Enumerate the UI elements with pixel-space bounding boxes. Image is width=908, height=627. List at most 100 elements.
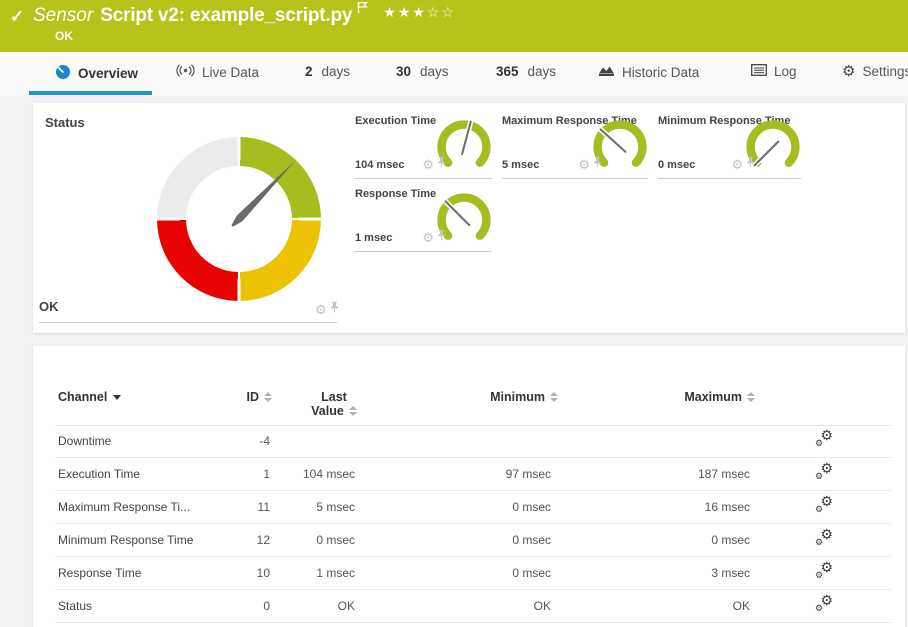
pin-icon[interactable] <box>746 155 755 173</box>
status-gauge <box>157 137 321 301</box>
mini-gauge-value: 104 msec <box>355 159 405 171</box>
gauge-settings-gear-icon[interactable]: ⚙ <box>422 231 434 244</box>
cell-channel: Downtime <box>58 434 111 448</box>
tab-2-days[interactable]: 2days <box>305 64 350 79</box>
status-gauge-value: OK <box>39 299 59 314</box>
gauge-settings-gear-icon[interactable]: ⚙ <box>422 158 434 171</box>
cell-last-value: 0 msec <box>255 533 355 547</box>
sort-desc-icon <box>113 395 121 400</box>
table-row[interactable]: Maximum Response Ti...115 msec0 msec16 m… <box>55 491 891 524</box>
cell-minimum: 0 msec <box>431 533 551 547</box>
tab-bar: Overview Live Data 2days 30 days 365 days Histo… <box>0 52 908 96</box>
status-gauges-panel: Status OK ⚙ Execution Time104 msec⚙Maxim… <box>33 103 905 333</box>
mini-gauge-title: Response Time <box>355 188 436 200</box>
mini-gauge-maximum-response-time: Maximum Response Time5 msec⚙ <box>502 115 648 179</box>
tab-label: days <box>322 64 351 79</box>
table-row[interactable]: Minimum Response Time120 msec0 msec0 mse… <box>55 524 891 557</box>
cell-maximum: 3 msec <box>630 566 750 580</box>
cell-maximum: 187 msec <box>630 467 750 481</box>
tab-settings[interactable]: ⚙ Settings <box>842 64 908 79</box>
content-area: Status OK ⚙ Execution Time 104 msec ⚙ Maxim… <box>0 96 908 627</box>
sort-both-icon <box>550 392 558 402</box>
column-header-id[interactable]: ID <box>190 390 272 404</box>
sort-both-icon <box>349 406 357 416</box>
live-data-icon <box>176 64 195 80</box>
tab-number: 30 <box>396 64 411 79</box>
settings-gear-icon: ⚙ <box>842 64 855 79</box>
cell-maximum: OK <box>630 599 750 613</box>
active-tab-underline <box>29 91 152 95</box>
channel-table-panel: Channel ID Last Value Minimum Maximum Do… <box>33 346 905 627</box>
sensor-kind-label: Sensor <box>33 5 93 27</box>
mini-gauge-icons: ⚙ <box>422 228 446 246</box>
cell-channel: Response Time <box>58 566 141 580</box>
priority-stars[interactable]: ★★★☆☆ <box>383 4 456 21</box>
column-header-maximum[interactable]: Maximum <box>630 390 755 404</box>
flag-icon[interactable] <box>357 1 369 19</box>
cell-last-value: 104 msec <box>255 467 355 481</box>
tab-number: 365 <box>496 64 519 79</box>
pin-icon[interactable] <box>593 155 602 173</box>
gauge-settings-gear-icon[interactable]: ⚙ <box>578 158 590 171</box>
table-row[interactable]: Downtime-4⚙⚙ <box>55 425 891 458</box>
status-panel-icons: ⚙ <box>315 300 339 318</box>
tab-overview[interactable]: Overview <box>55 64 138 83</box>
tab-label: Live Data <box>202 65 259 80</box>
table-row[interactable]: Execution Time1104 msec97 msec187 msec⚙⚙ <box>55 458 891 491</box>
cell-minimum: 0 msec <box>431 566 551 580</box>
sort-both-icon <box>747 392 755 402</box>
mini-gauge-icons: ⚙ <box>422 155 446 173</box>
channel-settings-gears-icon[interactable]: ⚙⚙ <box>815 530 833 548</box>
mini-gauge-value: 1 msec <box>355 232 392 244</box>
sensor-header: ✓ Sensor Script v2: example_script.py ★★… <box>0 0 908 52</box>
column-header-channel[interactable]: Channel <box>58 390 121 404</box>
historic-data-icon <box>598 64 615 80</box>
pin-icon[interactable] <box>330 300 339 318</box>
tab-label: Historic Data <box>622 65 699 80</box>
mini-gauge-execution-time: Execution Time 104 msec ⚙ <box>355 115 492 179</box>
mini-gauge-icons: ⚙ <box>731 155 755 173</box>
tab-label: days <box>528 64 557 79</box>
sensor-title-row: Sensor Script v2: example_script.py ★★★☆… <box>33 5 456 27</box>
tab-label: days <box>420 64 449 79</box>
sensor-name: Script v2: example_script.py <box>100 5 352 27</box>
mini-gauge-response-time: Response Time 1 msec ⚙ <box>355 188 492 252</box>
channel-settings-gears-icon[interactable]: ⚙⚙ <box>815 596 833 614</box>
channel-settings-gears-icon[interactable]: ⚙⚙ <box>815 464 833 482</box>
tab-label: Settings <box>862 64 908 79</box>
tab-label: Overview <box>78 66 138 81</box>
table-row[interactable]: Status0OKOKOK⚙⚙ <box>55 590 891 623</box>
sort-both-icon <box>264 392 272 402</box>
cell-channel: Maximum Response Ti... <box>58 500 190 514</box>
gauge-settings-gear-icon[interactable]: ⚙ <box>315 303 327 316</box>
pin-icon[interactable] <box>437 155 446 173</box>
column-header-minimum[interactable]: Minimum <box>433 390 558 404</box>
cell-last-value: OK <box>255 599 355 613</box>
cell-minimum: 0 msec <box>431 500 551 514</box>
tab-historic-data[interactable]: Historic Data <box>598 64 699 80</box>
mini-gauge-minimum-response-time: Minimum Response Time0 msec⚙ <box>658 115 801 179</box>
tab-label: Log <box>774 64 797 79</box>
cell-maximum: 0 msec <box>630 533 750 547</box>
tab-30-days[interactable]: 30 days <box>396 64 449 79</box>
status-check-icon: ✓ <box>10 7 24 27</box>
gauge-settings-gear-icon[interactable]: ⚙ <box>731 158 743 171</box>
channel-settings-gears-icon[interactable]: ⚙⚙ <box>815 431 833 449</box>
channel-settings-gears-icon[interactable]: ⚙⚙ <box>815 497 833 515</box>
cell-channel: Minimum Response Time <box>58 533 193 547</box>
mini-gauge-value: 5 msec <box>502 159 539 171</box>
channel-settings-gears-icon[interactable]: ⚙⚙ <box>815 563 833 581</box>
tab-log[interactable]: Log <box>751 64 797 79</box>
cell-minimum: 97 msec <box>431 467 551 481</box>
sensor-status-text: OK <box>55 29 73 43</box>
cell-channel: Status <box>58 599 92 613</box>
cell-last-value: 5 msec <box>255 500 355 514</box>
tab-365-days[interactable]: 365 days <box>496 64 556 79</box>
status-panel-divider <box>39 322 337 323</box>
pin-icon[interactable] <box>437 228 446 246</box>
tab-live-data[interactable]: Live Data <box>176 64 259 80</box>
column-header-last-value[interactable]: Last Value <box>288 390 380 418</box>
mini-gauge-title: Execution Time <box>355 115 436 127</box>
status-panel-title: Status <box>45 115 85 130</box>
table-row[interactable]: Response Time101 msec0 msec3 msec⚙⚙ <box>55 557 891 590</box>
